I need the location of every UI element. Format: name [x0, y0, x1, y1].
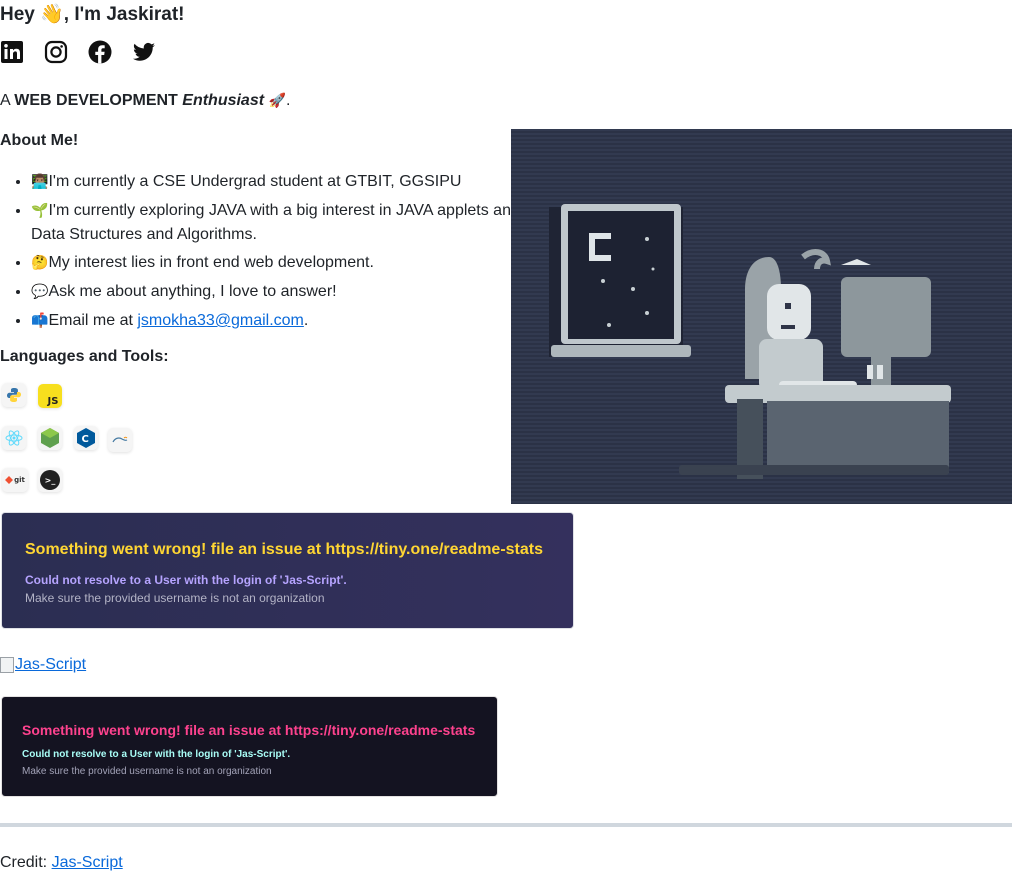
- git-label: git: [14, 476, 25, 484]
- tagline-suffix: .: [285, 92, 291, 109]
- error-hint: Make sure the provided username is not a…: [25, 591, 325, 605]
- mysql-icon[interactable]: [108, 428, 132, 452]
- nodejs-icon[interactable]: [38, 426, 62, 450]
- list-item-text: Email me at: [48, 312, 138, 329]
- instagram-icon[interactable]: [44, 40, 68, 64]
- about-heading: About Me!: [0, 132, 79, 149]
- broken-image-link[interactable]: Jas-Script: [0, 656, 86, 674]
- error-hint: Make sure the provided username is not a…: [22, 766, 272, 777]
- github-stats-error-card: Something went wrong! file an issue at h…: [1, 512, 574, 629]
- broken-image-icon: [0, 657, 14, 673]
- seedling-emoji: 🌱: [31, 203, 49, 219]
- tagline-bold: WEB DEVELOPMENT: [14, 92, 178, 109]
- technologist-emoji: 👨🏽‍💻: [31, 174, 49, 190]
- cpp-icon[interactable]: C: [74, 426, 98, 450]
- terminal-label: >_: [44, 475, 56, 485]
- git-icon[interactable]: git: [2, 468, 28, 492]
- about-list: 👨🏽‍💻I'm currently a CSE Undergrad studen…: [0, 170, 541, 338]
- speech-bubble-emoji: 💬: [31, 284, 49, 300]
- javascript-label: JS: [47, 395, 59, 407]
- list-item-text: I'm currently a CSE Undergrad student at…: [48, 173, 462, 190]
- list-item-text: My interest lies in front end web develo…: [48, 254, 374, 271]
- credit-link[interactable]: Jas-Script: [52, 854, 123, 871]
- list-item-text: I'm currently exploring JAVA with a big …: [31, 202, 520, 243]
- terminal-icon[interactable]: >_: [38, 468, 62, 492]
- error-title: Something went wrong! file an issue at h…: [25, 541, 543, 558]
- email-link[interactable]: jsmokha33@gmail.com: [137, 312, 304, 329]
- facebook-icon[interactable]: [88, 40, 112, 64]
- list-item-text: Ask me about anything, I love to answer!: [48, 283, 337, 300]
- greeting-heading: Hey 👋, I'm Jaskirat!: [0, 4, 185, 25]
- twitter-icon[interactable]: [132, 40, 156, 64]
- top-langs-error-card: Something went wrong! file an issue at h…: [1, 696, 498, 797]
- credit-label: Credit:: [0, 854, 48, 871]
- list-item-suffix: .: [303, 312, 309, 329]
- tagline: A WEB DEVELOPMENT Enthusiast 🚀.: [0, 92, 290, 110]
- error-message: Could not resolve to a User with the log…: [25, 573, 347, 587]
- social-links: [0, 40, 156, 64]
- mailbox-emoji: 📫: [31, 313, 49, 329]
- coding-illustration: [511, 129, 1012, 504]
- rocket-emoji: 🚀: [268, 93, 286, 109]
- python-icon[interactable]: [2, 383, 26, 407]
- credit-line: Credit: Jas-Script: [0, 854, 123, 872]
- error-title: Something went wrong! file an issue at h…: [22, 722, 476, 738]
- tagline-italic: Enthusiast: [182, 92, 265, 109]
- broken-image-alt[interactable]: Jas-Script: [15, 656, 86, 674]
- list-item: 🌱I'm currently exploring JAVA with a big…: [31, 199, 541, 246]
- languages-heading: Languages and Tools:: [0, 348, 169, 365]
- tagline-prefix: A: [0, 92, 10, 109]
- svg-text:C: C: [82, 434, 89, 445]
- list-item: 🤔My interest lies in front end web devel…: [31, 251, 541, 275]
- list-item: 📫Email me at jsmokha33@gmail.com.: [31, 309, 541, 333]
- thinking-emoji: 🤔: [31, 255, 49, 271]
- error-message: Could not resolve to a User with the log…: [22, 749, 291, 760]
- divider: [0, 823, 1012, 827]
- list-item: 💬Ask me about anything, I love to answer…: [31, 280, 541, 304]
- list-item: 👨🏽‍💻I'm currently a CSE Undergrad studen…: [31, 170, 541, 194]
- react-icon[interactable]: [2, 426, 26, 450]
- javascript-icon[interactable]: JS: [38, 384, 62, 408]
- linkedin-icon[interactable]: [0, 40, 24, 64]
